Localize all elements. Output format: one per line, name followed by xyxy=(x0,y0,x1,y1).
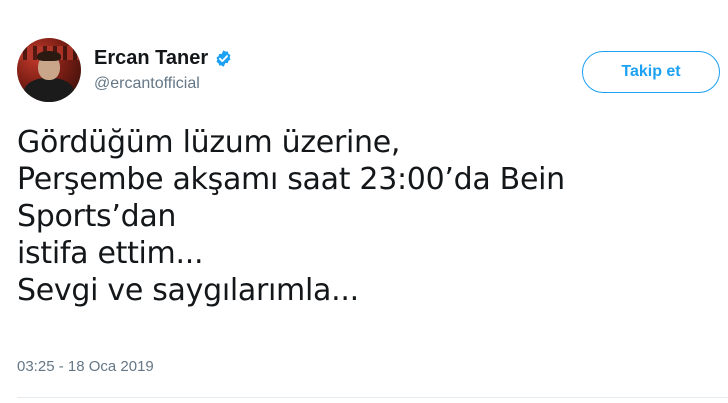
avatar-body xyxy=(24,78,74,102)
author-handle[interactable]: @ercantofficial xyxy=(94,73,233,95)
tweet-text-line: Perşembe akşamı saat 23:00’da Bein xyxy=(17,162,565,197)
tweet-header: Ercan Taner @ercantofficial xyxy=(17,38,233,102)
tweet-text-line: Gördüğüm lüzum üzerine, xyxy=(17,125,401,160)
tweet-card: Ercan Taner @ercantofficial Takip et Gör… xyxy=(0,0,728,403)
tweet-text-line: Sevgi ve saygılarımla... xyxy=(17,273,359,308)
avatar[interactable] xyxy=(17,38,81,102)
display-name[interactable]: Ercan Taner xyxy=(94,45,208,71)
verified-badge-icon xyxy=(214,49,233,68)
follow-button[interactable]: Takip et xyxy=(582,51,720,93)
divider xyxy=(17,397,728,398)
tweet-text: Gördüğüm lüzum üzerine, Perşembe akşamı … xyxy=(17,124,707,309)
tweet-text-line: istifa ettim... xyxy=(17,236,204,271)
author-names: Ercan Taner @ercantofficial xyxy=(94,45,233,95)
tweet-timestamp[interactable]: 03:25 - 18 Oca 2019 xyxy=(17,358,154,375)
display-name-row: Ercan Taner xyxy=(94,45,233,71)
avatar-hair xyxy=(37,51,61,61)
tweet-text-line: Sports’dan xyxy=(17,199,177,234)
